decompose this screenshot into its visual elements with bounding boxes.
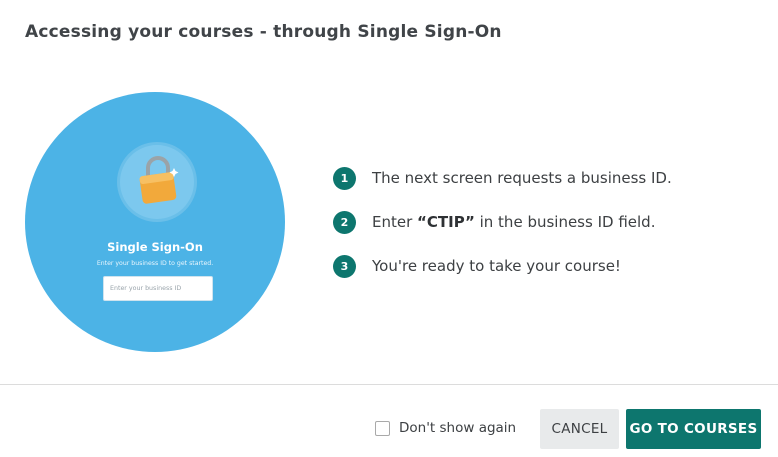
- step-text: You're ready to take your course!: [372, 257, 621, 275]
- step-text-after: in the business ID field.: [474, 213, 656, 231]
- dont-show-again-label: Don't show again: [399, 420, 517, 436]
- step-item: 2 Enter “CTIP” in the business ID field.: [333, 210, 672, 234]
- footer-divider: [0, 384, 778, 385]
- dialog-title: Accessing your courses - through Single …: [25, 22, 502, 42]
- sso-subtitle: Enter your business ID to get started.: [96, 260, 214, 267]
- step-text: The next screen requests a business ID.: [372, 169, 672, 187]
- step-item: 3 You're ready to take your course!: [333, 254, 672, 278]
- step-number-badge: 3: [333, 254, 356, 278]
- dont-show-again-checkbox[interactable]: [375, 420, 390, 436]
- step-number-badge: 1: [333, 166, 356, 190]
- step-number-badge: 2: [333, 210, 356, 234]
- cancel-button[interactable]: CANCEL: [540, 409, 619, 449]
- go-to-courses-button[interactable]: GO TO COURSES: [626, 409, 761, 449]
- sso-illustration: Single Sign-On Enter your business ID to…: [25, 92, 285, 352]
- business-id-highlight: “CTIP”: [417, 213, 475, 231]
- step-item: 1 The next screen requests a business ID…: [333, 166, 672, 190]
- lock-icon: [139, 156, 179, 204]
- sso-heading: Single Sign-On: [107, 240, 203, 254]
- step-text: Enter “CTIP” in the business ID field.: [372, 213, 655, 231]
- step-text-before: Enter: [372, 213, 418, 231]
- dont-show-again-toggle[interactable]: Don't show again: [375, 420, 516, 436]
- business-id-input-mock: Enter your business ID: [103, 276, 213, 301]
- steps-list: 1 The next screen requests a business ID…: [333, 166, 672, 298]
